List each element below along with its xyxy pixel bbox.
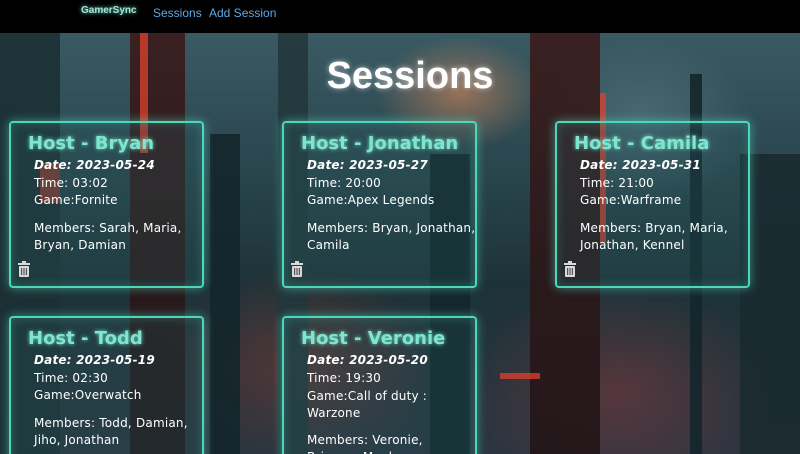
session-game: Game:Fornite [34,193,118,207]
session-host: Host - Camila [574,133,710,154]
session-members: Members: Veronie, Brianna, Meghan [307,433,423,454]
session-host: Host - Jonathan [301,133,459,154]
session-host: Host - Todd [28,328,143,349]
session-date: Date: 2023-05-24 [34,158,155,172]
session-card: Host - Todd Date: 2023-05-19 Time: 02:30… [9,316,204,454]
session-host: Host - Veronie [301,328,446,349]
session-date: Date: 2023-05-27 [307,158,428,172]
trash-icon[interactable] [290,261,304,277]
session-time: Time: 19:30 [307,371,382,385]
session-time: Time: 02:30 [34,371,109,385]
session-game: Game:Overwatch [34,388,142,402]
session-card: Host - Jonathan Date: 2023-05-27 Time: 2… [282,121,477,288]
session-members: Members: Bryan, Jonathan, Camila [307,221,476,252]
page-title: Sessions [326,55,494,97]
session-time: Time: 20:00 [307,176,382,190]
top-navbar: GamerSync Sessions Add Session [0,0,800,33]
session-date: Date: 2023-05-20 [307,353,428,367]
session-card: Host - Bryan Date: 2023-05-24 Time: 03:0… [9,121,204,288]
nav-link-add-session[interactable]: Add Session [209,6,276,20]
session-game: Game:Apex Legends [307,193,435,207]
session-members: Members: Bryan, Maria, Jonathan, Kennel [580,221,728,252]
session-game: Game:Warframe [580,193,682,207]
session-time: Time: 21:00 [580,176,655,190]
session-members: Members: Todd, Damian, Jiho, Jonathan [34,416,188,447]
brand-logo[interactable]: GamerSync [81,5,137,16]
session-card: Host - Veronie Date: 2023-05-20 Time: 19… [282,316,477,454]
session-members: Members: Sarah, Maria, Bryan, Damian [34,221,182,252]
session-host: Host - Bryan [28,133,155,154]
session-time: Time: 03:02 [34,176,109,190]
trash-icon[interactable] [563,261,577,277]
nav-link-sessions[interactable]: Sessions [153,6,202,20]
session-date: Date: 2023-05-19 [34,353,155,367]
session-date: Date: 2023-05-31 [580,158,701,172]
session-game: Game:Call of duty : Warzone [307,389,428,420]
session-card: Host - Camila Date: 2023-05-31 Time: 21:… [555,121,750,288]
trash-icon[interactable] [17,261,31,277]
